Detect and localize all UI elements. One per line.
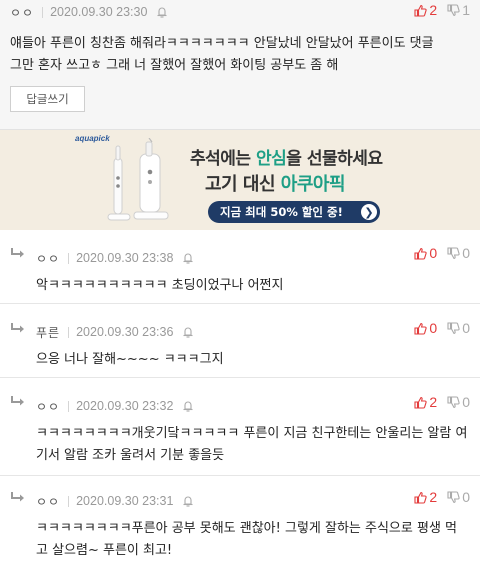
thumbs-up-icon (414, 396, 428, 409)
comment-date: 2020.09.30 23:38 (76, 251, 174, 265)
thumbs-down-icon (447, 246, 460, 259)
ad-subheadline: 고기 대신 아쿠아픽 (205, 170, 346, 196)
ad-discount-pill[interactable]: 지금 최대 50% 할인 중! ❯ (208, 201, 380, 223)
upvote-button[interactable]: 2 (414, 394, 437, 410)
upvote-count: 0 (429, 245, 438, 261)
comment-meta: 푸른 2020.09.30 23:36 (36, 324, 194, 340)
comment-date: 2020.09.30 23:30 (50, 5, 148, 19)
main-comment: ㅇㅇ 2020.09.30 23:30 2 1 얘들아 푸른이 칭찬좀 해줘라ㅋ… (0, 0, 480, 130)
downvote-count: 0 (462, 394, 470, 410)
ad-headline-text: 추석에는 (190, 149, 256, 169)
reply-arrow-icon (11, 396, 24, 406)
vote-box: 0 0 (404, 245, 470, 261)
downvote-count: 0 (462, 320, 470, 336)
reply-arrow-icon (11, 323, 24, 333)
comment-meta: ㅇㅇ 2020.09.30 23:32 (36, 398, 194, 414)
upvote-count: 0 (429, 320, 438, 336)
thumbs-up-icon (414, 247, 428, 260)
alarm-icon[interactable] (156, 6, 168, 18)
ad-subheadline-text: 고기 대신 (205, 174, 281, 195)
comment-author[interactable]: ㅇㅇ (36, 493, 60, 510)
reply-comment: ㅇㅇ 2020.09.30 23:32 2 0 ㅋㅋㅋㅋㅋㅋㅋㅋ개웃기닼ㅋㅋㅋㅋ… (0, 378, 480, 476)
upvote-button[interactable]: 0 (414, 245, 437, 261)
alarm-icon[interactable] (182, 400, 194, 412)
meta-separator (42, 6, 44, 18)
thumbs-up-icon (414, 322, 428, 335)
ad-brand-name: 아쿠아픽 (280, 174, 346, 195)
ad-discount-text: 지금 최대 50% 할인 중! (220, 205, 343, 219)
reply-button[interactable]: 답글쓰기 (10, 86, 85, 112)
alarm-icon[interactable] (182, 326, 194, 338)
reply-comment: ㅇㅇ 2020.09.30 23:31 2 0 ㅋㅋㅋㅋㅋㅋㅋㅋ푸른아 공부 못… (0, 476, 480, 586)
alarm-icon[interactable] (182, 252, 194, 264)
upvote-count: 2 (429, 394, 438, 410)
upvote-count: 2 (429, 489, 438, 505)
thumbs-up-icon (414, 4, 428, 17)
comment-line: 고 살으렴~ 푸른이 최고! (36, 543, 173, 558)
upvote-button[interactable]: 0 (414, 320, 437, 336)
comment-text: 얘들아 푸른이 칭찬좀 해줘라ㅋㅋㅋㅋㅋㅋㅋ 안달났네 안달났어 푸른이도 댓글… (10, 33, 434, 77)
comment-meta: ㅇㅇ 2020.09.30 23:38 (36, 250, 194, 266)
reply-arrow-icon (11, 248, 24, 258)
upvote-count: 2 (429, 2, 438, 18)
meta-separator (68, 252, 70, 264)
ad-headline-text: 을 선물하세요 (286, 149, 383, 169)
upvote-button[interactable]: 2 (414, 2, 437, 18)
comment-date: 2020.09.30 23:32 (76, 399, 174, 413)
meta-separator (68, 326, 70, 338)
comment-line: 악ㅋㅋㅋㅋㅋㅋㅋㅋㅋㅋ 초딩이었구나 어쩐지 (36, 278, 284, 293)
comment-line: 얘들아 푸른이 칭찬좀 해줘라ㅋㅋㅋㅋㅋㅋㅋ 안달났네 안달났어 푸른이도 댓글 (10, 36, 434, 51)
vote-box: 2 1 (404, 2, 470, 18)
vote-box: 2 0 (404, 489, 470, 505)
downvote-count: 0 (462, 489, 470, 505)
meta-separator (68, 400, 70, 412)
alarm-icon[interactable] (182, 495, 194, 507)
comment-text: ㅋㅋㅋㅋㅋㅋㅋㅋ개웃기닼ㅋㅋㅋㅋㅋ 푸른이 지금 친구한테는 안울리는 알람 여… (36, 423, 467, 467)
downvote-count: 1 (462, 2, 470, 18)
vote-box: 0 0 (404, 320, 470, 336)
comment-line: ㅋㅋㅋㅋㅋㅋㅋㅋ푸른아 공부 못해도 괜찮아! 그렇게 잘하는 주식으로 평생 … (36, 521, 457, 536)
reply-comment: 푸른 2020.09.30 23:36 0 0 으응 너나 잘해~~~~ ㅋㅋㅋ… (0, 304, 480, 378)
thumbs-up-icon (414, 491, 428, 504)
comment-text: 으응 너나 잘해~~~~ ㅋㅋㅋ그지 (36, 349, 224, 371)
comment-author[interactable]: ㅇㅇ (36, 398, 60, 415)
thumbs-down-icon (447, 490, 460, 503)
comment-line: 으응 너나 잘해~~~~ ㅋㅋㅋ그지 (36, 352, 224, 367)
comment-line: ㅋㅋㅋㅋㅋㅋㅋㅋ개웃기닼ㅋㅋㅋㅋㅋ 푸른이 지금 친구한테는 안울리는 알람 여 (36, 426, 468, 441)
ad-headline-highlight: 안심 (255, 149, 287, 169)
comment-date: 2020.09.30 23:36 (76, 325, 174, 339)
thumbs-down-icon (447, 395, 460, 408)
comment-line: 그만 혼자 쓰고ㅎ 그래 너 잘했어 잘했어 화이팅 공부도 좀 해 (10, 58, 339, 73)
comment-meta: ㅇㅇ 2020.09.30 23:30 (10, 4, 168, 20)
comment-date: 2020.09.30 23:31 (76, 494, 174, 508)
thumbs-down-icon (447, 321, 460, 334)
comment-author[interactable]: 푸른 (36, 324, 60, 341)
downvote-button[interactable]: 0 (447, 245, 470, 261)
product-image (107, 138, 169, 221)
downvote-button[interactable]: 0 (447, 394, 470, 410)
comment-author[interactable]: ㅇㅇ (10, 4, 34, 21)
comment-meta: ㅇㅇ 2020.09.30 23:31 (36, 493, 194, 509)
comment-author[interactable]: ㅇㅇ (36, 250, 60, 267)
downvote-button[interactable]: 0 (447, 320, 470, 336)
reply-comment: ㅇㅇ 2020.09.30 23:38 0 0 악ㅋㅋㅋㅋㅋㅋㅋㅋㅋㅋ 초딩이었… (0, 231, 480, 304)
comment-line: 기서 알람 조카 울려서 기분 좋을듯 (36, 448, 225, 463)
meta-separator (68, 495, 70, 507)
upvote-button[interactable]: 2 (414, 489, 437, 505)
downvote-count: 0 (462, 245, 470, 261)
comment-text: ㅋㅋㅋㅋㅋㅋㅋㅋ푸른아 공부 못해도 괜찮아! 그렇게 잘하는 주식으로 평생 … (36, 518, 457, 562)
reply-arrow-icon (11, 492, 24, 502)
comment-text: 악ㅋㅋㅋㅋㅋㅋㅋㅋㅋㅋ 초딩이었구나 어쩐지 (36, 275, 283, 297)
vote-box: 2 0 (404, 394, 470, 410)
downvote-button[interactable]: 0 (447, 489, 470, 505)
ad-banner[interactable]: aquapick 추석에는 안심을 선물하세요 고기 대신 아쿠아픽 지금 최대… (0, 130, 480, 230)
ad-headline: 추석에는 안심을 선물하세요 (190, 144, 383, 169)
chevron-right-icon: ❯ (361, 204, 377, 220)
downvote-button[interactable]: 1 (447, 2, 470, 18)
thumbs-down-icon (447, 3, 460, 16)
